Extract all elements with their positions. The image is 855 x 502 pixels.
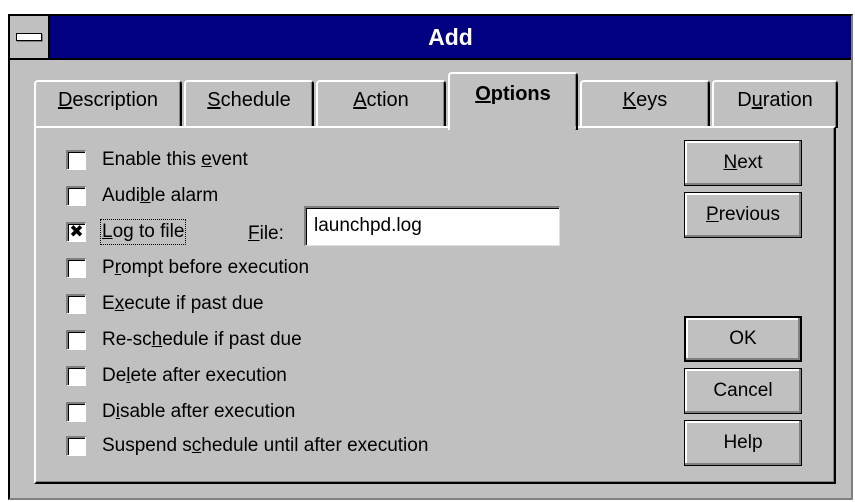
- option-delete-after-execution[interactable]: Delete after execution: [66, 362, 287, 390]
- option-log-to-file[interactable]: ✖ Log to file: [66, 218, 187, 246]
- ok-button[interactable]: OK: [684, 316, 802, 362]
- checkbox[interactable]: [66, 258, 86, 278]
- button-label: OK: [729, 328, 757, 349]
- checkbox[interactable]: [66, 402, 86, 422]
- option-label: Suspend schedule until after execution: [102, 435, 429, 456]
- tab-label: Keys: [622, 89, 668, 111]
- checkbox[interactable]: [66, 186, 86, 206]
- option-suspend-schedule[interactable]: Suspend schedule until after execution: [66, 432, 428, 460]
- tab-label: Action: [353, 89, 409, 111]
- checkbox[interactable]: [66, 150, 86, 170]
- option-reschedule-if-past-due[interactable]: Re-schedule if past due: [66, 326, 302, 354]
- add-dialog: Add Description Schedule Action Options …: [8, 14, 853, 500]
- checkbox[interactable]: [66, 330, 86, 350]
- tab-duration[interactable]: Duration: [712, 80, 838, 128]
- tab-description[interactable]: Description: [34, 80, 182, 128]
- checkbox[interactable]: [66, 366, 86, 386]
- window-title: Add: [428, 24, 473, 50]
- cancel-button[interactable]: Cancel: [684, 368, 802, 414]
- system-menu-button[interactable]: [10, 16, 50, 58]
- title-bar[interactable]: Add: [10, 16, 851, 60]
- option-label: Disable after execution: [102, 401, 296, 422]
- option-execute-if-past-due[interactable]: Execute if past due: [66, 290, 264, 318]
- option-audible-alarm[interactable]: Audible alarm: [66, 182, 218, 210]
- system-menu-icon: [16, 33, 42, 41]
- tab-label: Duration: [737, 89, 813, 111]
- previous-button[interactable]: Previous: [684, 192, 802, 238]
- option-disable-after-execution[interactable]: Disable after execution: [66, 398, 295, 426]
- tab-schedule[interactable]: Schedule: [184, 80, 314, 128]
- tab-keys[interactable]: Keys: [580, 80, 710, 128]
- option-label: Delete after execution: [102, 365, 287, 386]
- option-label: Execute if past due: [102, 293, 264, 314]
- tab-label: Options: [475, 83, 551, 105]
- tab-options[interactable]: Options: [448, 72, 578, 130]
- file-label-rest: ile:: [259, 223, 284, 244]
- option-label: Re-schedule if past due: [102, 329, 302, 350]
- button-label: Next: [723, 152, 763, 173]
- option-prompt-before-execution[interactable]: Prompt before execution: [66, 254, 309, 282]
- option-label: Log to file: [99, 219, 187, 245]
- button-label: Previous: [706, 204, 780, 225]
- tab-action[interactable]: Action: [316, 80, 446, 128]
- checkbox[interactable]: ✖: [66, 222, 86, 242]
- option-label: Prompt before execution: [102, 257, 310, 278]
- tab-label: Description: [57, 89, 159, 111]
- checkbox[interactable]: [66, 294, 86, 314]
- next-button[interactable]: Next: [684, 140, 802, 186]
- option-label: Audible alarm: [102, 185, 219, 206]
- option-enable-event[interactable]: Enable this event: [66, 146, 248, 174]
- log-file-input[interactable]: launchpd.log: [304, 206, 560, 246]
- tab-label: Schedule: [207, 89, 291, 111]
- file-label: File:: [248, 223, 284, 244]
- help-button[interactable]: Help: [684, 420, 802, 466]
- active-tab-connector: [450, 126, 576, 129]
- checkbox[interactable]: [66, 436, 86, 456]
- button-label: Cancel: [713, 380, 773, 401]
- button-label: Help: [723, 432, 763, 453]
- option-label: Enable this event: [102, 149, 248, 170]
